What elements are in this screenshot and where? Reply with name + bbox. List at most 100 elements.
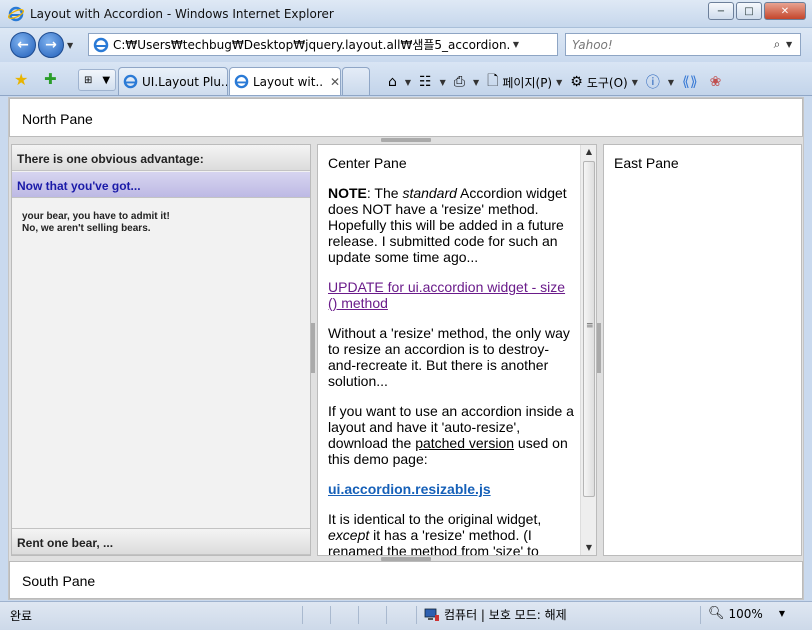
center-content: Center Pane NOTE: The standard Accordion… [328, 155, 576, 555]
scroll-thumb[interactable]: ≡ [583, 161, 595, 497]
accordion-header-2[interactable]: Now that you've got... [12, 172, 310, 198]
tab-close-icon[interactable]: ✕ [330, 75, 340, 89]
note-emphasis: standard [402, 185, 457, 201]
west-resizer-handle[interactable] [311, 323, 315, 373]
feeds-button[interactable]: ☷ ▼ [419, 74, 446, 90]
search-input[interactable]: Yahoo! [572, 38, 768, 52]
tools-menu-label: 도구(O) [586, 75, 628, 90]
new-tab-button[interactable] [342, 67, 370, 95]
accordion-header-3[interactable]: Rent one bear, ... [12, 528, 310, 555]
address-bar[interactable]: C:₩Users₩techbug₩Desktop₩jquery.layout.a… [88, 33, 639, 56]
ie-logo-icon [8, 6, 24, 21]
ie-page-icon [234, 74, 249, 89]
security-zone[interactable]: 컴퓨터 | 보호 모드: 해제 [424, 606, 567, 623]
title-bar: Layout with Accordion - Windows Internet… [0, 0, 812, 28]
accordion-resizable-link[interactable]: ui.accordion.resizable.js [328, 481, 491, 497]
command-bar: ⌂ ▼ ☷ ▼ ⎙ ▼ 🗋 페이지(P) ▼ ⚙ 도구(O) ▼ ⓘ ▼ ⟪⟫ ❀ [388, 70, 733, 94]
resize-paragraph: Without a 'resize' method, the only way … [328, 325, 570, 389]
status-divider [330, 606, 331, 624]
quick-tabs-button[interactable]: ⊞ ▼ [78, 69, 116, 91]
gear-icon: ⚙ [570, 74, 583, 90]
minimize-button[interactable]: − [708, 2, 734, 20]
research-button[interactable]: ⟪⟫ [682, 74, 702, 90]
status-bar: 완료 컴퓨터 | 보호 모드: 해제 🔍︎ 100% ▼ [0, 601, 812, 630]
identical-emphasis: except [328, 527, 370, 543]
accordion-header-1[interactable]: There is one obvious advantage: [12, 145, 310, 171]
chevron-down-icon: ▼ [556, 77, 563, 87]
back-button[interactable]: ← [10, 32, 36, 58]
page-menu[interactable]: 🗋 페이지(P) ▼ [487, 70, 562, 94]
addon-icon: ❀ [709, 74, 722, 90]
status-divider [302, 606, 303, 624]
search-icon[interactable]: ⌕ [768, 37, 786, 52]
tab-ui-layout[interactable]: UI.Layout Plu... [118, 67, 228, 95]
page-menu-label: 페이지(P) [502, 75, 553, 90]
east-pane-label: East Pane [614, 155, 679, 171]
download-paragraph: If you want to use an accordion inside a… [328, 403, 576, 467]
east-pane: East Pane [603, 144, 802, 556]
history-dropdown[interactable]: ▼ [67, 41, 77, 50]
zoom-control[interactable]: 🔍︎ 100% ▼ [708, 606, 785, 621]
favorites-star-icon[interactable]: ★ [14, 70, 28, 89]
scroll-up-arrow-icon[interactable]: ▲ [581, 145, 596, 159]
help-button[interactable]: ⓘ ▼ [646, 72, 674, 92]
printer-icon: ⎙ [453, 74, 465, 90]
tab-label: UI.Layout Plu... [142, 74, 227, 89]
south-pane-label: South Pane [22, 573, 96, 589]
note-text: : The [366, 185, 403, 201]
status-divider [358, 606, 359, 624]
accordion-content: your bear, you have to admit it! No, we … [22, 211, 170, 235]
forward-button[interactable]: → [38, 32, 64, 58]
update-link[interactable]: UPDATE for ui.accordion widget - size ()… [328, 279, 565, 311]
accordion-text-line: your bear, you have to admit it! [22, 211, 170, 222]
tab-layout-accordion[interactable]: Layout wit... ✕ [229, 67, 341, 95]
page-icon: 🗋 [487, 73, 499, 89]
research-icon: ⟪⟫ [682, 74, 698, 90]
home-button[interactable]: ⌂ ▼ [388, 74, 411, 90]
chevron-down-icon: ▼ [631, 77, 638, 87]
status-divider [386, 606, 387, 624]
west-pane: There is one obvious advantage: Now that… [11, 144, 311, 556]
security-zone-label: 컴퓨터 | 보호 모드: 해제 [444, 608, 567, 622]
search-dropdown-icon[interactable]: ▼ [786, 40, 798, 49]
patched-version-link[interactable]: patched version [415, 435, 514, 451]
scroll-down-arrow-icon[interactable]: ▼ [581, 541, 596, 555]
search-box[interactable]: Yahoo! ⌕ ▼ [565, 33, 801, 56]
identical-paragraph: It is identical to the original widget, … [328, 511, 576, 555]
ie-page-icon [123, 74, 138, 89]
accordion-text-line: No, we aren't selling bears. [22, 223, 151, 234]
north-pane-label: North Pane [22, 111, 93, 127]
center-scrollbar[interactable]: ▲ ≡ ▼ [580, 145, 596, 555]
chevron-down-icon: ▼ [667, 77, 675, 87]
center-pane-title: Center Pane [328, 155, 407, 171]
address-input[interactable]: C:₩Users₩techbug₩Desktop₩jquery.layout.a… [113, 36, 509, 53]
address-toolbar: ← → ▼ C:₩Users₩techbug₩Desktop₩jquery.la… [0, 28, 812, 62]
note-label: NOTE [328, 185, 367, 201]
identical-text: It is identical to the original widget, [328, 511, 542, 527]
close-button[interactable]: ✕ [764, 2, 806, 20]
help-icon: ⓘ [645, 75, 660, 91]
page-icon [93, 37, 109, 52]
note-paragraph: NOTE: The standard Accordion widget does… [328, 185, 576, 265]
magnifier-icon: 🔍︎ [708, 606, 725, 621]
east-resizer-handle[interactable] [597, 323, 601, 373]
add-favorites-icon[interactable]: ✚ [44, 70, 57, 88]
page-content: North Pane There is one obvious advantag… [8, 97, 804, 600]
window-title: Layout with Accordion - Windows Internet… [30, 6, 334, 21]
computer-icon [424, 608, 439, 621]
address-dropdown-icon[interactable]: ▼ [509, 40, 523, 49]
status-divider [700, 606, 701, 624]
chevron-down-icon: ▼ [102, 74, 111, 86]
tools-menu[interactable]: ⚙ 도구(O) ▼ [570, 74, 638, 91]
center-pane: Center Pane NOTE: The standard Accordion… [317, 144, 597, 556]
chevron-down-icon: ▼ [472, 77, 480, 87]
home-icon: ⌂ [388, 74, 397, 90]
quick-tabs-grid-icon: ⊞ [83, 74, 93, 86]
status-divider [416, 606, 417, 624]
chevron-down-icon[interactable]: ▼ [779, 609, 785, 618]
maximize-button[interactable]: □ [736, 2, 762, 20]
north-resizer-handle[interactable] [381, 138, 431, 142]
print-button[interactable]: ⎙ ▼ [454, 74, 479, 90]
zoom-level: 100% [728, 606, 763, 621]
addon-button[interactable]: ❀ [710, 74, 726, 90]
